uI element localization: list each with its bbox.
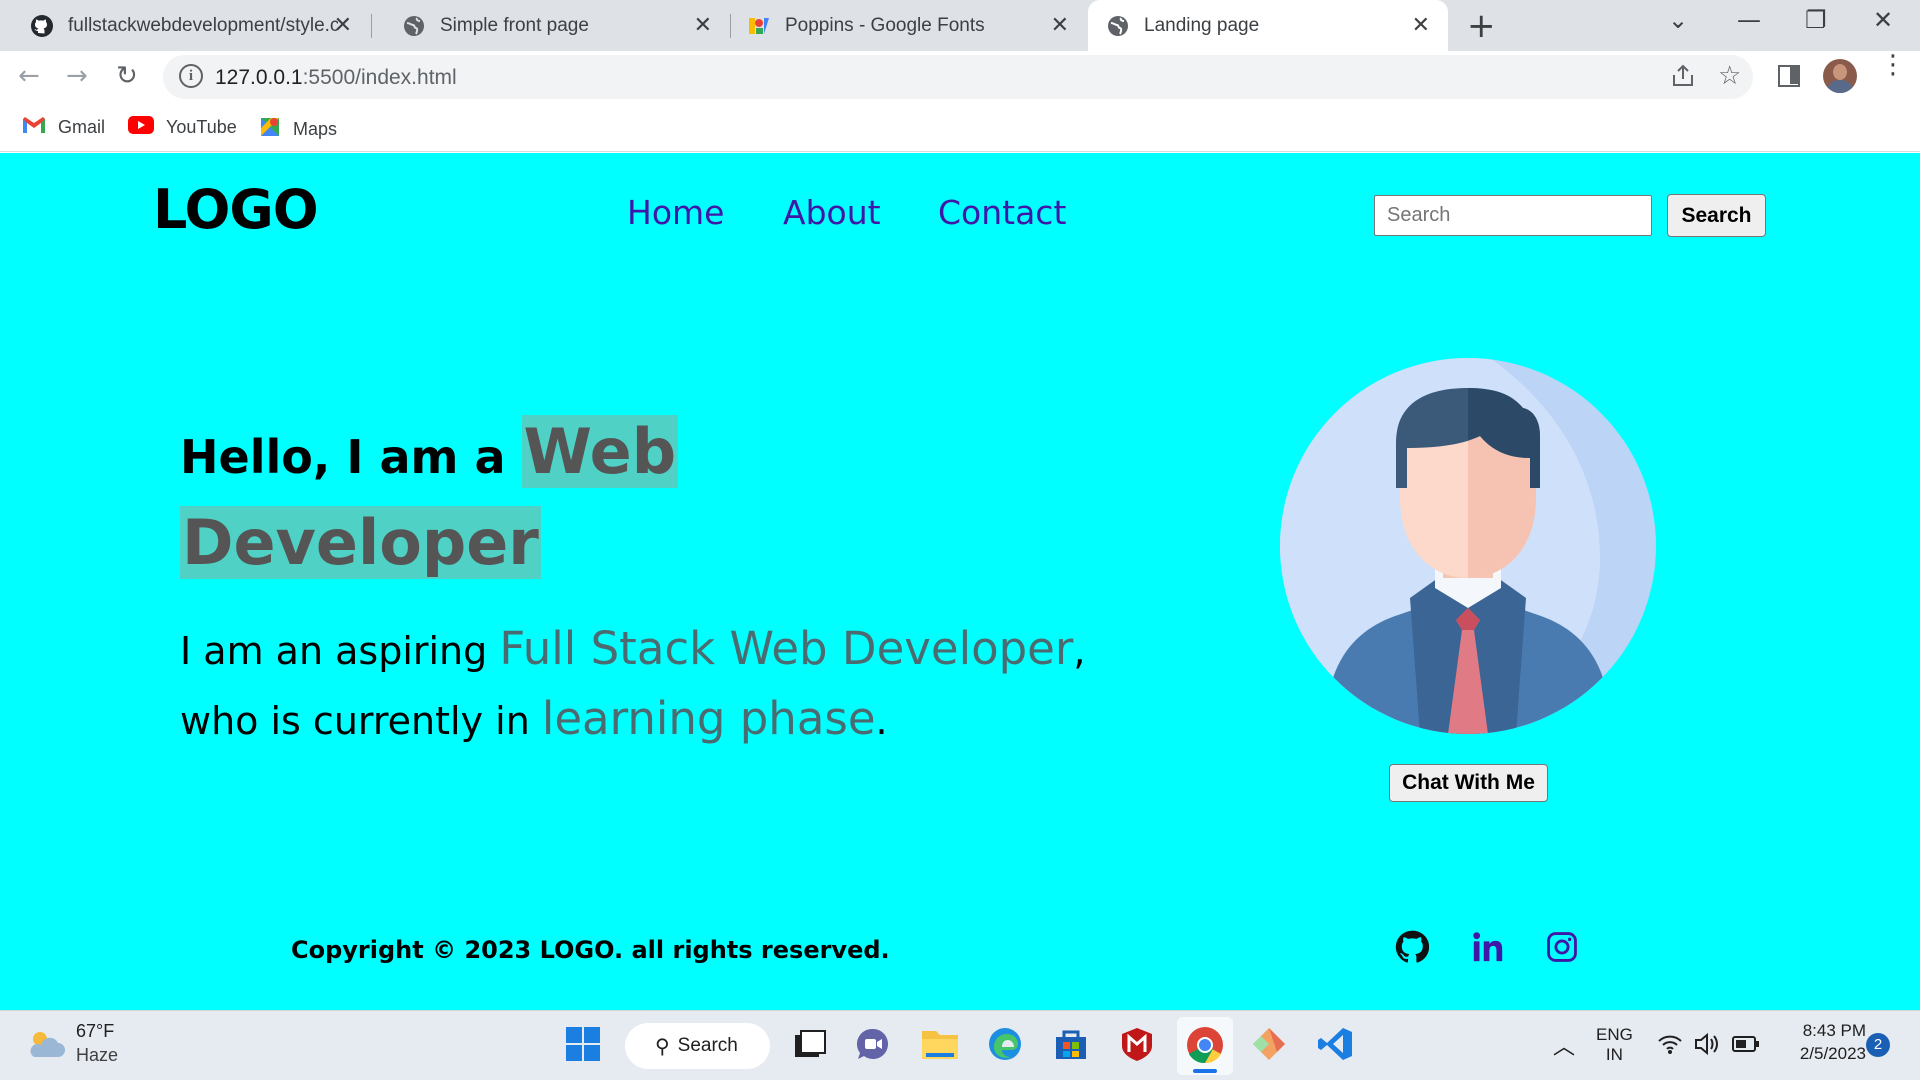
gmail-icon [22,116,46,139]
address-bar[interactable]: i 127.0.0.1:5500/index.html ☆ [163,55,1753,99]
bookmark-gmail[interactable]: Gmail [22,116,105,139]
reload-icon[interactable]: ↻ [116,61,138,91]
site-info-icon[interactable]: i [179,64,203,88]
wifi-icon[interactable] [1657,1033,1683,1059]
hero-highlight-developer: Developer [180,506,541,579]
bookmark-label: Gmail [58,117,106,137]
lang-region: IN [1605,1045,1623,1064]
chrome-taskbar-active[interactable] [1177,1017,1233,1075]
search-button[interactable]: Search [1667,194,1766,237]
url-text[interactable]: 127.0.0.1:5500/index.html [215,66,457,90]
taskbar: 67°F Haze ⚲ Search ︿ ENG IN 8:43 PM 2/5/202 [0,1010,1920,1080]
tab-title: fullstackwebdevelopment/style.c [68,14,338,36]
clock-date: 2/5/2023 [1799,1044,1866,1063]
close-icon[interactable]: ✕ [334,12,352,38]
taskbar-search-label: Search [677,1035,738,1056]
search-icon: ⚲ [655,1035,670,1058]
nav-home[interactable]: Home [627,193,724,232]
share-icon[interactable] [1670,63,1696,93]
chevron-up-icon[interactable]: ︿ [1553,1029,1575,1061]
restore-icon[interactable]: ❐ [1805,6,1827,34]
tab-title: Poppins - Google Fonts [785,14,985,36]
search-input[interactable] [1374,195,1652,236]
chat-with-me-button[interactable]: Chat With Me [1389,764,1548,802]
forward-icon[interactable]: → [66,61,88,91]
weather-description[interactable]: Haze [76,1045,118,1066]
side-panel-icon[interactable] [1778,65,1800,87]
desc-text: , [1073,629,1086,673]
close-window-icon[interactable]: ✕ [1873,6,1893,34]
tab-google-fonts[interactable]: Poppins - Google Fonts ✕ [731,0,1087,51]
taskbar-search[interactable]: ⚲ Search [625,1023,770,1069]
git-kraken-icon[interactable] [1250,1025,1292,1067]
instagram-icon[interactable] [1545,930,1579,964]
browser-toolbar: ← → ↻ i 127.0.0.1:5500/index.html ☆ ⋮ [0,51,1920,106]
tab-simple-front-page[interactable]: Simple front page ✕ [372,0,730,51]
tab-search-icon[interactable]: ⌄ [1668,6,1688,34]
clock-time: 8:43 PM [1802,1021,1866,1040]
github-icon[interactable] [1395,930,1430,964]
globe-icon [402,14,426,38]
desc-emphasis: learning phase [541,692,876,745]
bookmark-star-icon[interactable]: ☆ [1718,61,1741,91]
bookmark-youtube[interactable]: YouTube [128,116,237,139]
minimize-icon[interactable]: — [1737,6,1761,34]
google-fonts-icon [747,14,771,38]
edge-icon[interactable] [986,1025,1028,1067]
hero-description: I am an aspiring Full Stack Web Develope… [180,615,1140,755]
teams-chat-icon[interactable] [854,1025,896,1067]
vscode-icon[interactable] [1316,1025,1358,1067]
battery-icon[interactable] [1732,1035,1760,1057]
back-icon[interactable]: ← [18,61,40,91]
file-explorer-icon[interactable] [920,1025,962,1067]
windows-start-icon[interactable] [564,1025,606,1067]
new-tab-button[interactable]: + [1467,6,1496,46]
bookmarks-bar: Gmail YouTube Maps [0,106,1920,152]
tab-title: Simple front page [440,14,589,36]
linkedin-icon[interactable] [1471,930,1505,964]
hero-highlight-web: Web [521,415,679,488]
weather-temperature[interactable]: 67°F [76,1021,114,1042]
tab-landing-page[interactable]: Landing page ✕ [1088,0,1448,51]
lang-code: ENG [1596,1025,1633,1044]
tab-title: Landing page [1144,14,1260,36]
nav-about[interactable]: About [783,193,881,232]
task-view-icon[interactable] [791,1025,833,1067]
close-icon[interactable]: ✕ [694,12,712,38]
desc-text: . [875,699,888,743]
tab-strip: fullstackwebdevelopment/style.c ✕ Simple… [0,0,1920,51]
globe-icon [1106,14,1130,38]
youtube-icon [128,116,154,139]
copyright-text: Copyright © 2023 LOGO. all rights reserv… [291,936,890,964]
github-icon [30,14,54,38]
bookmark-label: YouTube [166,117,237,137]
url-path: :5500/index.html [302,66,457,89]
mcafee-icon[interactable] [1118,1025,1160,1067]
language-indicator[interactable]: ENG IN [1596,1025,1633,1065]
avatar-illustration [1280,358,1656,734]
site-logo[interactable]: LOGO [153,178,319,241]
close-icon[interactable]: ✕ [1412,12,1430,38]
desc-emphasis: Full Stack Web Developer [499,622,1074,675]
hero-heading: Hello, I am a Web Developer [180,409,880,591]
bookmark-label: Maps [293,119,338,139]
weather-icon[interactable] [26,1027,66,1067]
desc-text: I am an aspiring [180,629,500,673]
bookmark-maps[interactable]: Maps [259,116,337,143]
tab-github-style[interactable]: fullstackwebdevelopment/style.c ✕ [0,0,370,51]
notification-badge[interactable]: 2 [1866,1033,1890,1057]
hero-prefix: Hello, I am a [180,430,522,484]
web-page: LOGO Home About Contact Search Hello, I … [0,153,1920,1010]
url-host: 127.0.0.1 [215,66,303,89]
clock[interactable]: 8:43 PM 2/5/2023 [1780,1021,1866,1064]
nav-contact[interactable]: Contact [938,193,1066,232]
maps-icon [259,116,281,143]
close-icon[interactable]: ✕ [1051,12,1069,38]
volume-icon[interactable] [1694,1032,1720,1060]
microsoft-store-icon[interactable] [1052,1025,1094,1067]
desc-text: who is currently in [180,699,542,743]
profile-avatar[interactable] [1823,59,1857,93]
menu-icon[interactable]: ⋮ [1880,52,1906,78]
